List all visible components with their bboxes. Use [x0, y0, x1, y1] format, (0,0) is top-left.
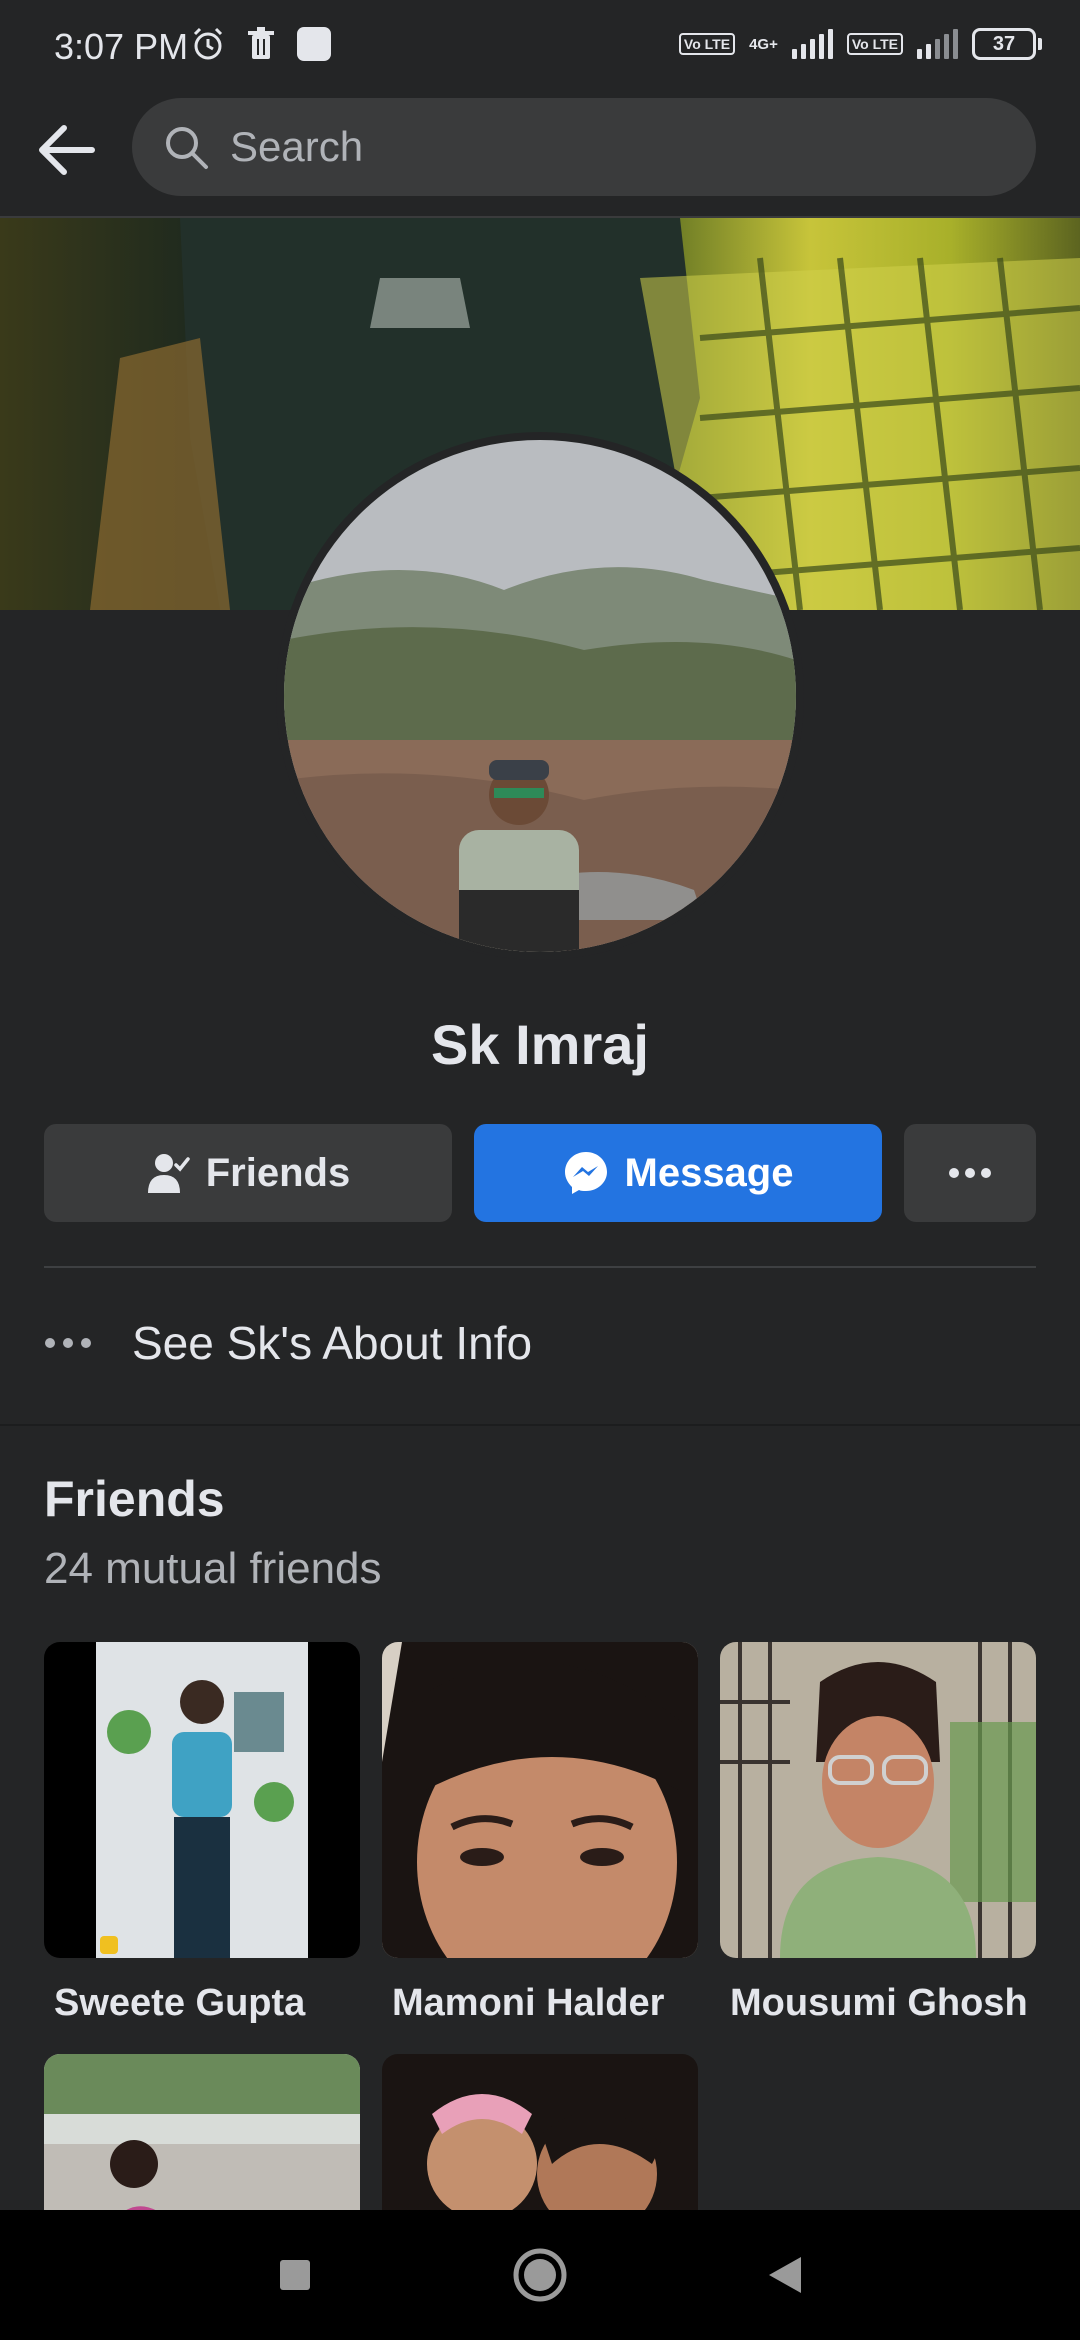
- friend-card[interactable]: Sweete Gupta: [44, 1642, 360, 2025]
- search-icon: [166, 127, 208, 169]
- friend-name[interactable]: Mousumi Ghosh: [720, 1982, 1036, 2025]
- divider: [44, 1266, 1036, 1268]
- messenger-icon: [563, 1150, 609, 1196]
- friend-photo[interactable]: [382, 1642, 698, 1958]
- system-nav-bar: [0, 2210, 1080, 2340]
- nav-back-button[interactable]: [750, 2240, 820, 2310]
- battery-level: 37: [992, 32, 1016, 55]
- about-info-link[interactable]: See Sk's About Info: [44, 1300, 1036, 1386]
- arrow-left-icon: [39, 125, 95, 175]
- trash-icon: [248, 27, 274, 59]
- status-notification-icons: [190, 26, 332, 62]
- friends-section-title: Friends: [44, 1471, 225, 1527]
- app-root: 3:07 PM Vo LTE 4G+ Vo LTE 37 Search Sk I…: [0, 0, 1080, 2340]
- section-separator: [0, 1424, 1080, 1426]
- battery-icon: 37: [972, 28, 1042, 60]
- friend-card[interactable]: Mousumi Ghosh: [720, 1642, 1036, 2025]
- friends-button-label: Friends: [205, 1150, 351, 1195]
- friend-photo[interactable]: [44, 1642, 360, 1958]
- friend-name[interactable]: Sweete Gupta: [44, 1982, 360, 2025]
- profile-actions: Friends Message: [44, 1124, 1036, 1222]
- status-system-icons: Vo LTE 4G+ Vo LTE 37: [678, 28, 1042, 60]
- friend-photo[interactable]: [720, 1642, 1036, 1958]
- search-input[interactable]: Search: [132, 98, 1036, 196]
- volte-badge-2: Vo LTE: [846, 33, 903, 55]
- friend-name[interactable]: Mamoni Halder: [382, 1982, 698, 2025]
- more-horizontal-icon: [949, 1168, 991, 1178]
- mutual-friends-count: 24 mutual friends: [44, 1544, 382, 1593]
- profile-name: Sk Imraj: [431, 1013, 649, 1076]
- message-button-label: Message: [624, 1150, 794, 1195]
- message-button[interactable]: Message: [474, 1124, 882, 1222]
- recent-apps-button[interactable]: [260, 2240, 330, 2310]
- profile-avatar[interactable]: [284, 440, 796, 952]
- circle-icon: [513, 2248, 567, 2302]
- status-time: 3:07 PM: [54, 26, 189, 67]
- search-placeholder: Search: [230, 123, 364, 170]
- person-check-icon: [146, 1151, 190, 1195]
- top-bar: Search: [0, 92, 1080, 218]
- more-options-button[interactable]: [904, 1124, 1036, 1222]
- home-button[interactable]: [505, 2240, 575, 2310]
- signal-strength-icon: [791, 29, 833, 59]
- network-type: 4G+: [749, 35, 778, 53]
- square-icon: [280, 2260, 310, 2290]
- back-button[interactable]: [32, 116, 100, 184]
- volte-badge-1: Vo LTE: [678, 33, 736, 55]
- triangle-icon: [769, 2257, 801, 2293]
- app-notification-icon: [297, 27, 331, 61]
- friend-card[interactable]: Mamoni Halder: [382, 1642, 698, 2025]
- alarm-icon: [193, 27, 223, 60]
- friends-button[interactable]: Friends: [44, 1124, 452, 1222]
- signal-strength-2-icon: [917, 29, 958, 59]
- status-bar: 3:07 PM Vo LTE 4G+ Vo LTE 37: [0, 0, 1080, 92]
- about-info-label: See Sk's About Info: [132, 1317, 533, 1369]
- dots-icon: [44, 1337, 100, 1349]
